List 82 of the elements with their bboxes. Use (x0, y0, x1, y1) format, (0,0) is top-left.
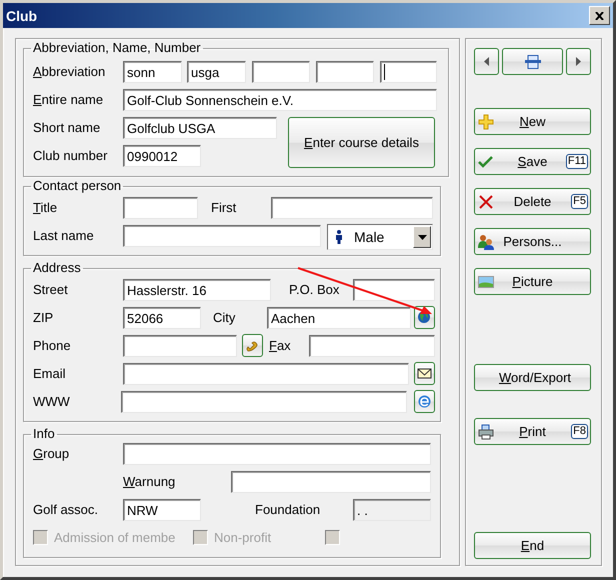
person-icon (334, 230, 344, 244)
field-label: WWW (33, 393, 71, 411)
export-button[interactable]: Word/Export (474, 364, 591, 391)
caret-icon (418, 234, 426, 240)
group-title: Address (32, 261, 82, 275)
field-label: Phone (33, 337, 72, 355)
input-field[interactable] (316, 61, 374, 83)
input-field[interactable]: usga (187, 61, 246, 83)
envelope-icon (417, 366, 432, 381)
course-details-button[interactable]: Enter course details (288, 117, 435, 168)
input-field[interactable] (123, 363, 409, 385)
input-field[interactable] (121, 391, 407, 413)
close-icon (595, 12, 604, 20)
input-field[interactable]: Hasslerstr. 16 (123, 279, 271, 301)
field-label: Abbreviation (33, 63, 106, 81)
landscape-icon (478, 274, 494, 290)
input-field[interactable]: sonn (123, 61, 182, 83)
input-field[interactable] (309, 335, 435, 357)
record-button[interactable] (502, 48, 563, 75)
next-button[interactable] (566, 48, 591, 75)
field-label: ZIP (33, 309, 54, 327)
input-field[interactable] (123, 197, 198, 219)
field-label: Fax (269, 337, 292, 355)
input-field[interactable] (271, 197, 433, 219)
field-label: Street (33, 281, 69, 299)
document-icon (524, 54, 540, 68)
field-label: Email (33, 365, 67, 383)
browser-icon (417, 394, 432, 409)
plus-icon (478, 114, 494, 130)
dial-button[interactable] (242, 334, 263, 357)
group-title: Contact person (32, 179, 122, 193)
input-field[interactable] (252, 61, 310, 83)
shortcut-key: F11 (566, 154, 588, 169)
field-label: Foundation (255, 501, 322, 519)
field-label: Entire name (33, 91, 104, 109)
field-label: First (211, 199, 238, 217)
group-title: Info (32, 427, 56, 441)
persons-button[interactable]: Persons... (474, 228, 591, 255)
field-label: Group (33, 445, 70, 463)
group-title: Abbreviation, Name, Number (32, 41, 202, 55)
new-button[interactable]: New (474, 108, 591, 135)
input-field[interactable]: Golf-Club Sonnenschein e.V. (123, 89, 437, 111)
input-field[interactable]: 0990012 (123, 145, 201, 167)
web-button[interactable] (414, 390, 435, 413)
printer-icon (478, 424, 494, 440)
field-label: Club number (33, 147, 108, 165)
save-button[interactable]: Save F11 (474, 148, 591, 175)
email-button[interactable] (414, 362, 435, 385)
checkbox-label: Non-profit (214, 530, 272, 544)
delete-button[interactable]: Delete F5 (474, 188, 591, 215)
shortcut-key: F8 (571, 424, 588, 439)
right-arrow-icon (576, 57, 581, 66)
people-icon (478, 234, 494, 250)
print-button[interactable]: Print F8 (474, 418, 591, 445)
input-field[interactable] (231, 471, 431, 493)
left-arrow-icon (484, 57, 489, 66)
input-field[interactable]: Golfclub USGA (123, 117, 277, 139)
input-field[interactable]: NRW (123, 499, 201, 521)
field-label: Short name (33, 119, 102, 137)
picture-button[interactable]: Picture (474, 268, 591, 295)
previous-button[interactable] (474, 48, 499, 75)
input-field[interactable] (380, 61, 437, 83)
input-field[interactable] (353, 279, 435, 301)
gender-dropdown[interactable]: Male (327, 224, 433, 250)
close-button[interactable] (589, 6, 610, 25)
field-label: Golf assoc. (33, 501, 100, 519)
checkmark-icon (478, 154, 494, 170)
input-field[interactable] (123, 443, 431, 465)
field-label: P.O. Box (289, 281, 340, 299)
input-field[interactable] (123, 335, 237, 357)
shortcut-key: F5 (571, 194, 588, 209)
end-button[interactable]: End (474, 532, 591, 559)
input-field[interactable] (123, 225, 321, 247)
cross-icon (478, 194, 494, 210)
field-label: Title (33, 199, 58, 217)
field-label: Warnung (123, 473, 176, 491)
input-field[interactable]: Aachen (267, 307, 411, 329)
input-field[interactable]: 52066 (123, 307, 201, 329)
field-label: Last name (33, 227, 95, 245)
window-title: Club (6, 8, 38, 24)
checkbox-label: Admission of membe (54, 530, 176, 544)
field-label: City (213, 309, 236, 327)
